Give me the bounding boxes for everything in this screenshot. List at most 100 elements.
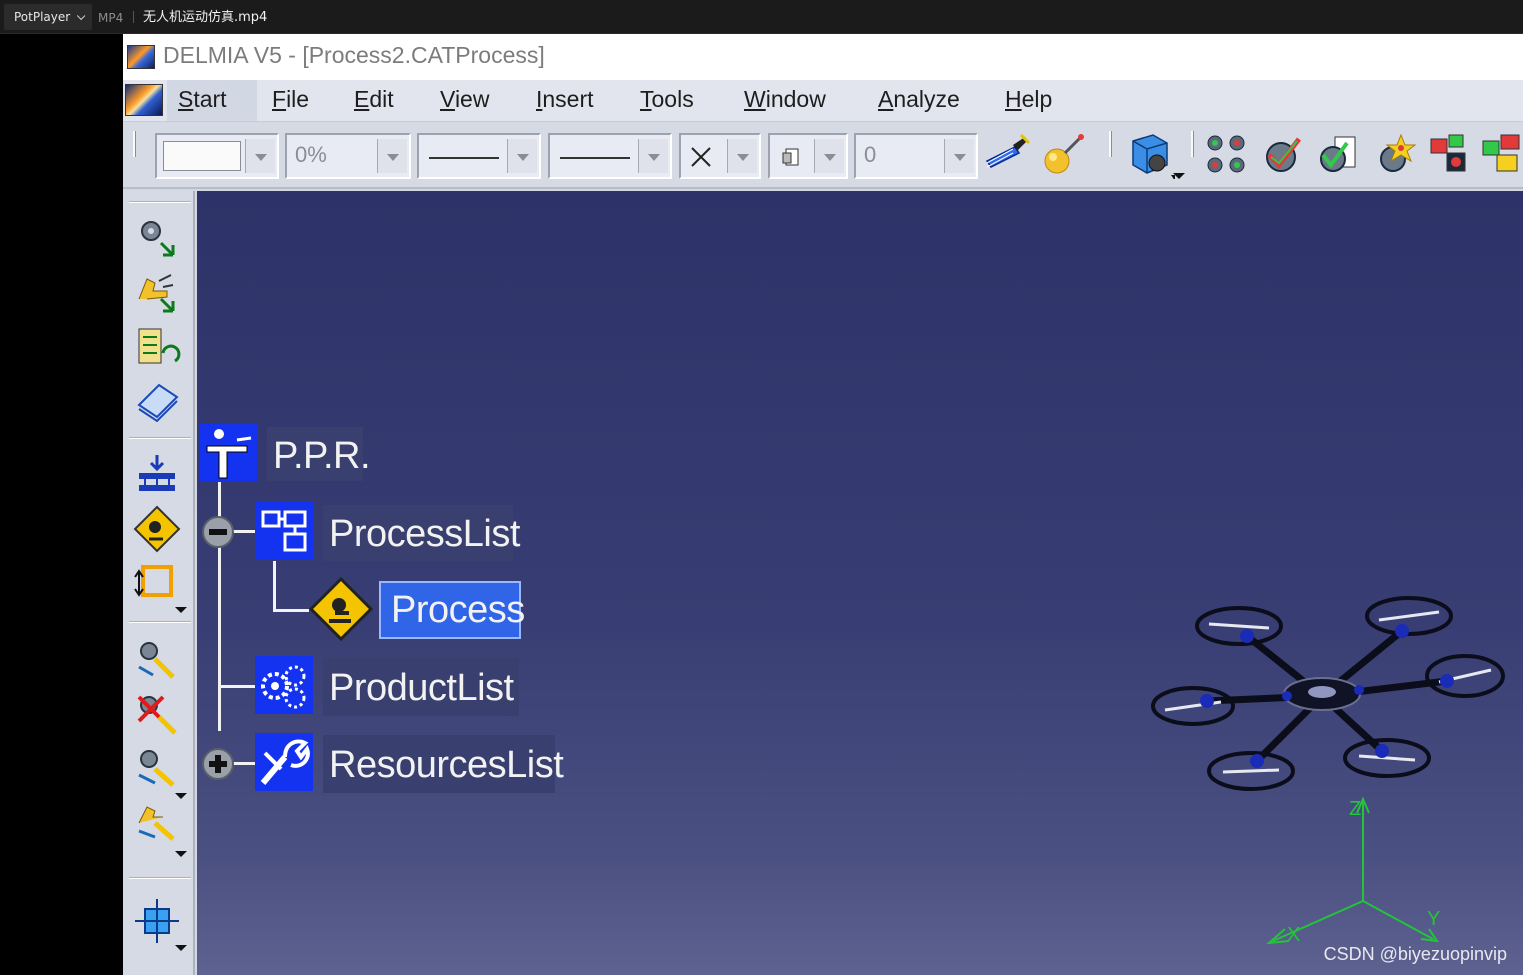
gears-cluster-icon[interactable] — [1203, 131, 1251, 179]
product-process-link-icon[interactable] — [133, 745, 183, 795]
axis-x-label: X — [1287, 924, 1300, 946]
player-menu-button[interactable]: PotPlayer — [4, 4, 93, 30]
window-title-bar: DELMIA V5 - [Process2.CATProcess] — [123, 34, 1523, 80]
insert-product-icon[interactable] — [133, 215, 183, 265]
process-list-icon[interactable] — [255, 502, 313, 560]
tree-branch-line — [273, 609, 309, 612]
toolbar-grip[interactable] — [1109, 131, 1112, 157]
delmia-logo-icon — [127, 45, 155, 69]
menu-bar: Start File Edit View Insert Tools Window… — [123, 80, 1523, 122]
line-sample — [560, 157, 630, 159]
media-filename: 无人机运动仿真.mp4 — [143, 10, 268, 25]
transparency-value: 0% — [295, 142, 327, 167]
delmia-window: DELMIA V5 - [Process2.CATProcess] Start … — [123, 34, 1523, 975]
line-thickness-combo[interactable] — [417, 133, 541, 179]
delmia-menu-logo-icon[interactable] — [125, 84, 163, 116]
chevron-down-icon[interactable] — [175, 607, 187, 613]
tree-node-process-list[interactable]: ProcessList — [329, 513, 520, 556]
transparency-combo[interactable]: 0% — [285, 133, 411, 179]
menu-help[interactable]: Help — [1005, 86, 1052, 113]
divider — [129, 437, 191, 439]
sheet-check-icon[interactable] — [1315, 131, 1363, 179]
graphic-properties-toolbar: 0% 0 — [123, 123, 1523, 189]
tree-branch-line — [221, 685, 255, 688]
divider — [129, 877, 191, 879]
chevron-down-icon[interactable] — [175, 851, 187, 857]
parts-assembly-icon[interactable] — [1479, 131, 1523, 179]
window-title: DELMIA V5 - [Process2.CATProcess] — [163, 42, 545, 68]
tree-branch-line — [273, 561, 276, 611]
chevron-down-icon[interactable] — [638, 139, 668, 173]
chevron-down-icon[interactable] — [377, 139, 407, 173]
player-title-bar: PotPlayer MP4 无人机运动仿真.mp4 — [0, 0, 1523, 34]
chevron-down-icon[interactable] — [727, 139, 757, 173]
assign-product-icon[interactable] — [133, 637, 183, 687]
tree-node-ppr[interactable]: P.P.R. — [273, 435, 371, 478]
drone-model[interactable] — [1147, 586, 1517, 801]
process-activity-icon[interactable] — [309, 577, 373, 641]
media-format-label: MP4 — [98, 11, 124, 25]
toolbar-grip[interactable] — [133, 131, 136, 157]
gear-check-icon[interactable] — [1259, 131, 1307, 179]
menu-analyze[interactable]: Analyze — [878, 86, 960, 113]
insert-list-icon[interactable] — [133, 323, 183, 373]
divider — [129, 621, 191, 623]
chevron-down-icon — [77, 11, 86, 21]
divider — [129, 201, 191, 203]
compass-snap-icon[interactable] — [133, 897, 183, 947]
chevron-down-icon[interactable] — [245, 139, 275, 173]
tree-trunk-line — [218, 451, 221, 731]
divider — [133, 11, 134, 23]
tree-node-resources-list[interactable]: ResourcesList — [329, 744, 564, 787]
material-icon[interactable] — [1039, 131, 1087, 179]
menu-view[interactable]: View — [440, 86, 489, 113]
line-type-combo[interactable] — [548, 133, 672, 179]
workbench-sidebar — [123, 191, 195, 975]
painter-icon[interactable] — [983, 131, 1031, 179]
menu-edit[interactable]: Edit — [354, 86, 394, 113]
tree-node-product-list[interactable]: ProductList — [329, 667, 514, 710]
chevron-down-icon[interactable] — [944, 139, 974, 173]
menu-insert[interactable]: Insert — [536, 86, 594, 113]
camera-view-icon[interactable] — [1127, 131, 1175, 179]
rendering-style-combo[interactable] — [768, 133, 848, 179]
tree-node-process[interactable]: Process — [379, 581, 525, 639]
cross-icon — [691, 147, 711, 167]
point-symbol-combo[interactable] — [679, 133, 761, 179]
toolbar-grip[interactable] — [1191, 131, 1194, 157]
layer-value: 0 — [864, 142, 877, 167]
collapse-minus-icon[interactable] — [201, 515, 235, 549]
process-hierarchy-icon[interactable] — [133, 453, 183, 503]
color-swatch — [163, 141, 241, 171]
product-list-icon[interactable] — [255, 656, 313, 714]
chevron-down-icon[interactable] — [507, 139, 537, 173]
compass-axes[interactable]: Z X Y — [1233, 791, 1493, 961]
line-sample — [429, 157, 499, 159]
expand-plus-icon[interactable] — [201, 747, 235, 781]
chevron-down-icon[interactable] — [1173, 173, 1185, 179]
menu-file[interactable]: File — [272, 86, 309, 113]
player-app-label: PotPlayer — [14, 10, 71, 24]
insert-resource-icon[interactable] — [133, 269, 183, 319]
axis-z-label: Z — [1349, 798, 1361, 820]
chevron-down-icon[interactable] — [814, 139, 844, 173]
video-letterbox — [0, 34, 123, 975]
color-combo[interactable] — [155, 133, 279, 179]
layer-icon — [782, 148, 799, 166]
process-activity-icon[interactable] — [133, 505, 183, 555]
remove-assignment-icon[interactable] — [133, 691, 183, 741]
menu-start[interactable]: Start — [178, 86, 227, 113]
resource-process-link-icon[interactable] — [133, 799, 183, 849]
resources-list-icon[interactable] — [255, 733, 313, 791]
3d-viewport[interactable]: P.P.R. ProcessList Process ProductList R… — [197, 191, 1523, 975]
gear-star-icon[interactable] — [1371, 131, 1419, 179]
parts-colored-icon[interactable] — [1427, 131, 1475, 179]
watermark: CSDN @biyezuopinvip — [1323, 944, 1507, 964]
menu-window[interactable]: Window — [744, 86, 826, 113]
menu-tools[interactable]: Tools — [640, 86, 694, 113]
catalog-book-icon[interactable] — [133, 377, 183, 427]
flow-link-icon[interactable] — [133, 559, 183, 609]
layer-combo[interactable]: 0 — [854, 133, 978, 179]
ppr-root-icon[interactable] — [199, 424, 257, 482]
chevron-down-icon[interactable] — [175, 945, 187, 951]
